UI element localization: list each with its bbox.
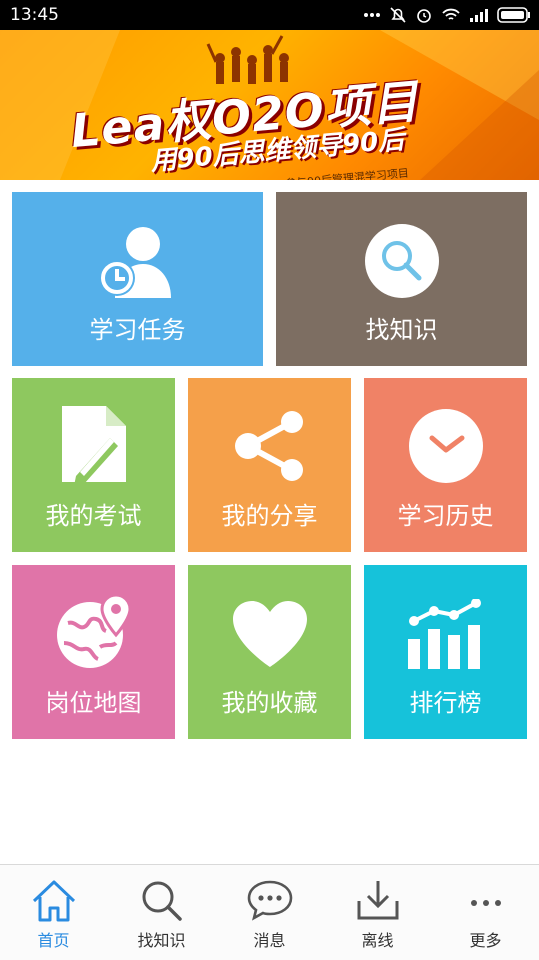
- tab-label: 更多: [469, 931, 502, 950]
- bottom-tab-bar: 首页 找知识 消息 离线 更多: [0, 864, 539, 960]
- share-icon: [234, 411, 303, 481]
- tile-label: 找知识: [365, 316, 438, 344]
- exam-doc-icon: [61, 406, 126, 482]
- tile-find-knowledge[interactable]: 找知识: [276, 192, 527, 366]
- tab-label: 离线: [361, 931, 394, 950]
- tile-my-shares[interactable]: 我的分享: [188, 378, 351, 552]
- tab-home[interactable]: 首页: [0, 865, 107, 960]
- alarm-icon: [417, 9, 431, 23]
- mute-bell-icon: [390, 7, 406, 23]
- signal-icon: [470, 9, 488, 22]
- tile-leaderboard[interactable]: 排行榜: [364, 565, 527, 739]
- tile-label: 我的收藏: [221, 689, 318, 717]
- status-icons: [363, 6, 531, 24]
- tile-study-history[interactable]: 学习历史: [364, 378, 527, 552]
- more-dots-icon: [470, 900, 501, 906]
- tab-more[interactable]: 更多: [432, 865, 539, 960]
- clock-icon: [408, 409, 483, 483]
- download-icon: [357, 881, 398, 920]
- tile-job-map[interactable]: 岗位地图: [12, 565, 175, 739]
- tab-offline[interactable]: 离线: [324, 865, 431, 960]
- ranking-chart-icon: [407, 599, 481, 669]
- tab-find-knowledge[interactable]: 找知识: [108, 865, 215, 960]
- tile-label: 我的分享: [221, 502, 318, 530]
- tile-label: 学习历史: [397, 502, 494, 530]
- status-time: 13:45: [10, 5, 59, 25]
- search-icon: [364, 224, 439, 298]
- tile-my-favorites[interactable]: 我的收藏: [188, 565, 351, 739]
- globe-pin-icon: [56, 593, 132, 668]
- tile-label: 排行榜: [409, 689, 482, 717]
- tab-label: 首页: [37, 931, 70, 950]
- more-dots-icon: [364, 13, 380, 17]
- battery-icon: [497, 7, 530, 23]
- tile-label: 岗位地图: [45, 689, 142, 717]
- wifi-icon: [442, 8, 460, 20]
- tile-label: 学习任务: [89, 316, 186, 344]
- chat-bubble-icon: [247, 880, 292, 921]
- search-icon: [142, 881, 182, 921]
- tile-my-exams[interactable]: 我的考试: [12, 378, 175, 552]
- status-bar: 13:45: [0, 0, 539, 30]
- promo-banner[interactable]: Lea权O2O项目 用90后思维领导90后 参与90后管理混学习项目: [0, 30, 539, 180]
- tab-label: 消息: [253, 931, 286, 950]
- tile-study-tasks[interactable]: 学习任务: [12, 192, 263, 366]
- tab-messages[interactable]: 消息: [216, 865, 323, 960]
- heart-icon: [232, 601, 307, 667]
- tab-label: 找知识: [137, 931, 186, 950]
- tile-label: 我的考试: [45, 502, 142, 530]
- person-clock-icon: [98, 227, 171, 298]
- home-icon: [32, 880, 75, 922]
